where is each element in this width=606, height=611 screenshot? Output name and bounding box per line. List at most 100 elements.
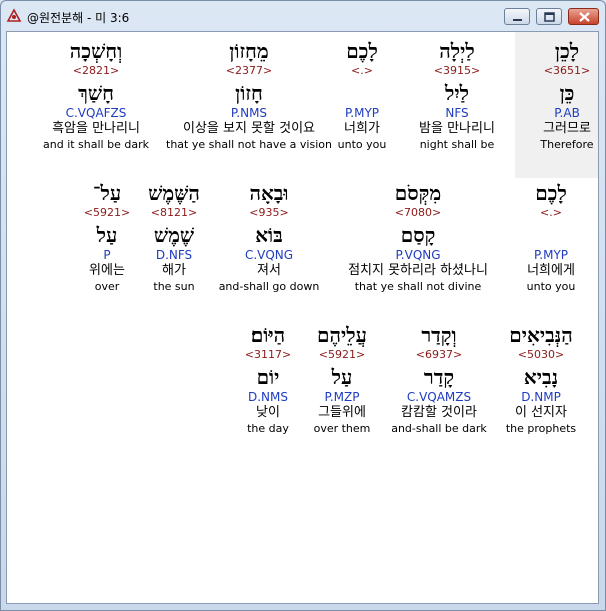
hebrew-word: וּבָאָה (249, 181, 289, 205)
lemma: שֶׁמֶשׁ (153, 223, 195, 247)
word-cell[interactable]: לָכֶם <.> P.MYP 너희에게 unto you (499, 180, 598, 294)
english-gloss: over (94, 280, 120, 293)
lemma: יוֹם (256, 365, 280, 389)
english-gloss: and-shall be dark (391, 422, 487, 435)
parsing: P.NMS (230, 106, 268, 120)
window-title: @원전분해 - 미 3:6 (27, 11, 130, 25)
lemma: כֵּן (559, 81, 575, 105)
korean-gloss: 낮이 (256, 405, 280, 420)
strong-number: <2377> (225, 64, 273, 77)
lemma: נָבִיא (523, 365, 559, 389)
strong-number: <7080> (394, 206, 442, 219)
hebrew-word: וְקָדַר (421, 323, 457, 347)
parsing: C.VQAMZS (406, 390, 472, 404)
word-cell[interactable]: הַיּוֹם׃ <3117> יוֹם D.NMS 낮이 the day (233, 322, 303, 436)
word-cell[interactable]: מֵחָזוֹן <2377> חָזוֹן P.NMS 이상을 보지 못할 것… (157, 38, 341, 152)
korean-gloss: 밤을 만나리니 (419, 121, 495, 136)
korean-gloss: 그러므로 (543, 121, 591, 136)
korean-gloss: 너희에게 (527, 263, 575, 278)
english-gloss: the day (247, 422, 289, 435)
hebrew-word: עַל־ (92, 181, 122, 205)
word-cell[interactable]: עַל־ <5921> עַל P 위에는 over (73, 180, 141, 294)
hebrew-word: לָכֶם (535, 181, 567, 205)
strong-number: <3651> (543, 64, 591, 77)
parsing: P.VQNG (395, 248, 441, 262)
strong-number: <3915> (433, 64, 481, 77)
parsing: D.NMS (247, 390, 288, 404)
word-cell[interactable]: לַיְלָה <3915> לַיִל NFS 밤을 만나리니 night s… (405, 38, 509, 152)
hebrew-word: מִקְּסֹם (394, 181, 442, 205)
parsing: NFS (445, 106, 469, 120)
strong-number: <935> (249, 206, 289, 219)
minimize-icon (513, 19, 522, 21)
english-gloss: unto you (526, 280, 576, 293)
korean-gloss: 흑암을 만나리니 (52, 121, 140, 136)
hebrew-word: לַיְלָה (439, 39, 475, 63)
app-icon (6, 8, 22, 22)
parsing: D.NFS (155, 248, 193, 262)
korean-gloss: 이상을 보지 못할 것이요 (183, 121, 315, 136)
lemma: חָזוֹן (235, 81, 263, 105)
lemma: לַיִל (445, 81, 469, 105)
korean-gloss: 이 선지자 (515, 405, 567, 420)
lemma: עַל (96, 223, 118, 247)
lemma: קָסַם (400, 223, 436, 247)
hebrew-word: הַנְּבִיאִים (509, 323, 573, 347)
strong-number: <2821> (72, 64, 120, 77)
word-cell[interactable]: הַשֶּׁמֶשׁ <8121> שֶׁמֶשׁ D.NFS 해가 the s… (137, 180, 211, 294)
word-cell[interactable]: עֲלֵיהֶם <5921> עַל P.MZP 그들위에 over them (301, 322, 383, 436)
korean-gloss: 그들위에 (318, 405, 366, 420)
hebrew-word: הַשֶּׁמֶשׁ (148, 181, 200, 205)
english-gloss: and it shall be dark (43, 138, 149, 151)
title-bar[interactable]: @원전분해 - 미 3:6 (1, 1, 605, 31)
english-gloss: night shall be (419, 138, 495, 151)
hebrew-word: וְחָשְׁכָה (69, 39, 123, 63)
korean-gloss: 위에는 (89, 263, 125, 278)
strong-number: <5921> (83, 206, 131, 219)
parsing: P (103, 248, 111, 262)
parsing: C.VQNG (244, 248, 294, 262)
english-gloss: that ye shall not have a vision (166, 138, 332, 151)
strong-number: <8121> (150, 206, 198, 219)
strong-number: <5921> (318, 348, 366, 361)
parsing: P.MZP (324, 390, 360, 404)
parsing: C.VQAFZS (65, 106, 127, 120)
english-gloss: the sun (153, 280, 195, 293)
parsing: D.NMP (521, 390, 561, 404)
word-cell[interactable]: וְחָשְׁכָה <2821> חָשַׁךְ C.VQAFZS 흑암을 만… (35, 38, 157, 152)
strong-number: <6937> (415, 348, 463, 361)
strong-number: <5030> (517, 348, 565, 361)
korean-gloss: 해가 (162, 263, 186, 278)
english-gloss: Therefore (540, 138, 594, 151)
word-cell[interactable]: וְקָדַר <6937> קָדַר C.VQAMZS 캄캄할 것이라 an… (387, 322, 491, 436)
strong-number: <3117> (244, 348, 292, 361)
interlinear-view: לָכֵן <3651> כֵּן P.AB 그러므로 Therefore לַ… (6, 31, 599, 604)
close-button[interactable] (568, 8, 599, 25)
word-cell[interactable]: לָכֵן <3651> כֵּן P.AB 그러므로 Therefore (515, 32, 598, 178)
hebrew-word: הַיּוֹם׃ (250, 323, 286, 347)
parsing: P.AB (554, 106, 580, 120)
strong-number: <.> (540, 206, 562, 219)
korean-gloss: 점치지 못하리라 하셨나니 (348, 263, 488, 278)
hebrew-word: לָכֵן (554, 39, 580, 63)
korean-gloss: 져서 (257, 263, 281, 278)
word-cell[interactable]: וּבָאָה <935> בּוֹא C.VQNG 져서 and-shall … (213, 180, 325, 294)
lemma: קָדַר (423, 365, 455, 389)
maximize-button[interactable] (536, 8, 562, 25)
close-icon (579, 12, 590, 22)
app-window: @원전분해 - 미 3:6 לָכֵן <3651> כֵּן P.AB 그러므… (0, 0, 606, 611)
word-cell[interactable]: הַנְּבִיאִים <5030> נָבִיא D.NMP 이 선지자 t… (491, 322, 591, 436)
lemma (499, 222, 598, 248)
word-cell[interactable]: מִקְּסֹם <7080> קָסַם P.VQNG 점치지 못하리라 하셨… (329, 180, 507, 294)
english-gloss: and-shall go down (218, 280, 320, 293)
maximize-icon (544, 12, 555, 22)
hebrew-word: עֲלֵיהֶם (317, 323, 367, 347)
minimize-button[interactable] (504, 8, 530, 25)
hebrew-word: מֵחָזוֹן (229, 39, 269, 63)
english-gloss: the prophets (505, 422, 577, 435)
lemma: עַל (331, 365, 353, 389)
english-gloss: over them (313, 422, 371, 435)
english-gloss: that ye shall not divine (354, 280, 482, 293)
lemma: בּוֹא (255, 223, 283, 247)
parsing: P.MYP (533, 248, 569, 262)
